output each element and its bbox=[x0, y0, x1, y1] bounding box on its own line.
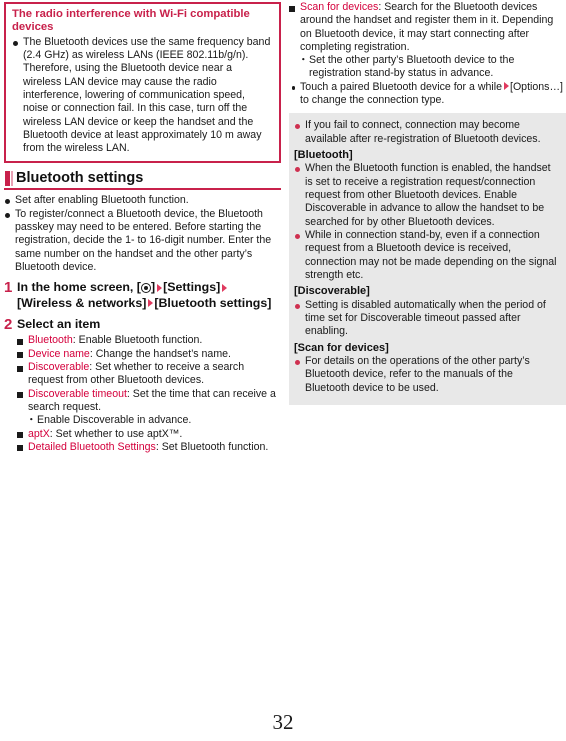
step-1-crumb-2: [Wireless & networks] bbox=[17, 295, 147, 310]
section-heading: Bluetooth settings bbox=[4, 170, 281, 191]
list-item: aptX: Set whether to use aptX™. bbox=[17, 428, 281, 441]
step-1-crumb-1: [Settings] bbox=[163, 280, 221, 295]
setting-desc: : Change the handset’s name. bbox=[89, 347, 231, 360]
panel-lead-text: If you fail to connect, connection may b… bbox=[305, 119, 541, 145]
panel-lead-list: If you fail to connect, connection may b… bbox=[294, 119, 559, 146]
panel-group-heading: [Discoverable] bbox=[294, 285, 370, 298]
panel-group-heading: [Bluetooth] bbox=[294, 148, 353, 161]
page-title: Bluetooth settings bbox=[16, 170, 144, 187]
setting-term: Device name bbox=[28, 347, 90, 360]
list-item: Bluetooth: Enable Bluetooth function. bbox=[17, 334, 281, 347]
sub-note-text: Set the other party’s Bluetooth device t… bbox=[309, 54, 515, 80]
radio-interference-note-box: The radio interference with Wi-Fi compat… bbox=[4, 2, 281, 164]
manual-page: The radio interference with Wi-Fi compat… bbox=[0, 0, 566, 741]
heading-accent-bar bbox=[5, 171, 10, 187]
connection-type-note-list: Touch a paired Bluetooth device for a wh… bbox=[289, 81, 566, 108]
heading-accent-bar-secondary bbox=[11, 171, 13, 187]
list-item: Discoverable timeout: Set the time that … bbox=[17, 388, 281, 428]
list-item: Enable Discoverable in advance. bbox=[26, 414, 281, 428]
step-1-title-part1: In the home screen, [ bbox=[17, 280, 141, 295]
panel-group-list: When the Bluetooth function is enabled, … bbox=[294, 162, 559, 282]
list-item: When the Bluetooth function is enabled, … bbox=[294, 162, 559, 228]
list-item: Touch a paired Bluetooth device for a wh… bbox=[289, 81, 566, 108]
list-item: Scan for devices: Search for the Bluetoo… bbox=[289, 1, 566, 81]
panel-item-text: Setting is disabled automatically when t… bbox=[305, 298, 546, 338]
step-1-title: In the home screen, [] [Settings] [Wireles… bbox=[17, 280, 281, 311]
panel-group-heading: [Scan for devices] bbox=[294, 341, 389, 354]
panel-item-text: While in connection stand-by, even if a … bbox=[305, 228, 557, 281]
step-1-crumb-3: [Bluetooth settings] bbox=[154, 295, 272, 310]
setting-term: Discoverable timeout bbox=[28, 387, 127, 400]
panel-item-text: When the Bluetooth function is enabled, … bbox=[305, 162, 551, 228]
sub-note-list: Set the other party’s Bluetooth device t… bbox=[298, 54, 566, 81]
list-item: If you fail to connect, connection may b… bbox=[294, 119, 559, 146]
panel-group-list: Setting is disabled automatically when t… bbox=[294, 299, 559, 339]
list-item: To register/connect a Bluetooth device, … bbox=[4, 208, 281, 274]
home-key-icon bbox=[140, 282, 151, 293]
setting-term: Discoverable bbox=[28, 361, 90, 374]
setting-term: Detailed Bluetooth Settings bbox=[28, 440, 156, 453]
setting-desc: : Set whether to use aptX™. bbox=[49, 427, 183, 440]
setting-desc: : Set Bluetooth function. bbox=[155, 440, 269, 453]
arrow-right-icon bbox=[147, 299, 153, 308]
left-column: The radio interference with Wi-Fi compat… bbox=[4, 0, 281, 454]
step-number: 2 bbox=[4, 316, 13, 334]
list-item: The Bluetooth devices use the same frequ… bbox=[12, 36, 273, 156]
list-item: Set the other party’s Bluetooth device t… bbox=[298, 54, 566, 81]
note-box-item-text: The Bluetooth devices use the same frequ… bbox=[23, 35, 271, 155]
list-item: While in connection stand-by, even if a … bbox=[294, 229, 559, 282]
intro-item-text: To register/connect a Bluetooth device, … bbox=[15, 207, 272, 273]
step-2: 2 Select an item Bluetooth: Enable Bluet… bbox=[4, 317, 281, 454]
list-item: Device name: Change the handset’s name. bbox=[17, 348, 281, 361]
arrow-right-icon bbox=[156, 283, 162, 292]
step-1: 1 In the home screen, [] [Settings] [Wirel… bbox=[4, 280, 281, 311]
list-item: Detailed Bluetooth Settings: Set Bluetoo… bbox=[17, 441, 281, 454]
section-intro-list: Set after enabling Bluetooth function. T… bbox=[4, 194, 281, 274]
sub-note-text: Enable Discoverable in advance. bbox=[37, 414, 192, 427]
connection-type-note-part1: Touch a paired Bluetooth device for a wh… bbox=[300, 80, 502, 93]
note-box-title: The radio interference with Wi-Fi compat… bbox=[12, 8, 250, 34]
panel-group-list: For details on the operations of the oth… bbox=[294, 355, 559, 395]
setting-term: aptX bbox=[28, 427, 50, 440]
note-box-list: The Bluetooth devices use the same frequ… bbox=[12, 36, 273, 156]
page-number: 32 bbox=[272, 710, 294, 734]
list-item: For details on the operations of the oth… bbox=[294, 355, 559, 395]
step-1-title-part2: ] bbox=[150, 280, 156, 295]
panel-item-text: For details on the operations of the oth… bbox=[305, 355, 530, 394]
setting-term: Scan for devices bbox=[300, 1, 379, 13]
continued-settings-list: Scan for devices: Search for the Bluetoo… bbox=[289, 1, 566, 81]
intro-item-text: Set after enabling Bluetooth function. bbox=[15, 194, 189, 207]
list-item: Setting is disabled automatically when t… bbox=[294, 299, 559, 339]
setting-items-list: Bluetooth: Enable Bluetooth function. De… bbox=[17, 334, 281, 454]
step-2-body: Bluetooth: Enable Bluetooth function. De… bbox=[17, 334, 281, 454]
information-panel: If you fail to connect, connection may b… bbox=[289, 113, 566, 405]
step-number: 1 bbox=[4, 279, 13, 297]
list-item: Set after enabling Bluetooth function. bbox=[4, 194, 281, 207]
arrow-right-icon bbox=[503, 82, 509, 91]
setting-desc: : Enable Bluetooth function. bbox=[72, 334, 203, 347]
arrow-right-icon bbox=[221, 283, 227, 292]
step-2-title: Select an item bbox=[17, 317, 101, 332]
setting-term: Bluetooth bbox=[28, 334, 73, 347]
right-column: Scan for devices: Search for the Bluetoo… bbox=[289, 0, 566, 405]
list-item: Discoverable: Set whether to receive a s… bbox=[17, 361, 281, 388]
sub-note-list: Enable Discoverable in advance. bbox=[26, 414, 281, 428]
